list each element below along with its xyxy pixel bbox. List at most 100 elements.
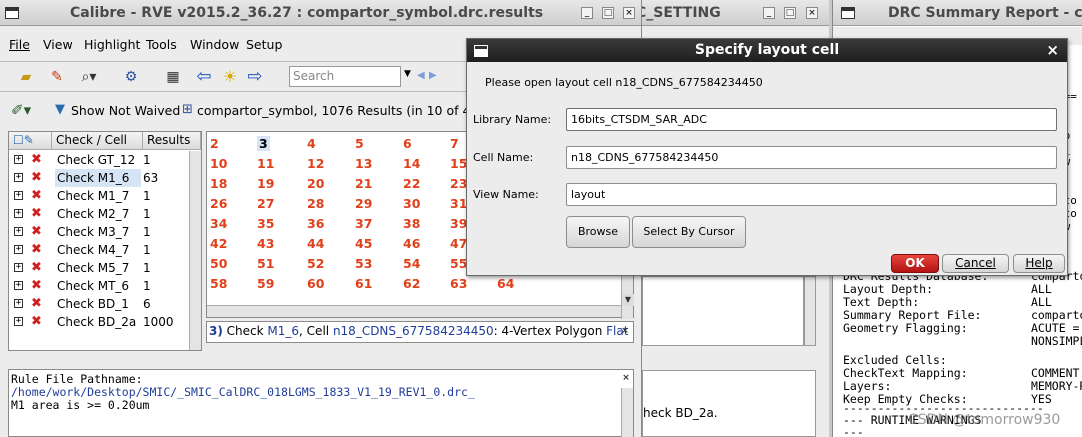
check-name[interactable]: Check BD_2a xyxy=(55,313,141,331)
dialog-close-icon[interactable]: × xyxy=(1046,39,1059,62)
result-number[interactable]: 20 xyxy=(307,176,324,191)
result-number[interactable]: 63 xyxy=(450,276,467,291)
result-number[interactable]: 10 xyxy=(210,156,227,171)
expand-icon[interactable]: + xyxy=(14,191,23,200)
result-number[interactable]: 19 xyxy=(257,176,274,191)
check-row[interactable]: + ✖ Check BD_2a 1000 xyxy=(9,313,189,331)
result-number[interactable]: 26 xyxy=(210,196,227,211)
minimize-button[interactable]: _ xyxy=(581,7,593,19)
settings-gear-icon[interactable]: ⚙ xyxy=(120,66,142,88)
check-row[interactable]: + ✖ Check M3_7 1 xyxy=(9,223,189,241)
result-number[interactable]: 14 xyxy=(403,156,420,171)
result-number[interactable]: 58 xyxy=(210,276,227,291)
expand-icon[interactable]: + xyxy=(14,209,23,218)
check-row[interactable]: + ✖ Check GT_12 1 xyxy=(9,151,189,169)
highlight-pen-icon[interactable]: ✎ xyxy=(46,66,68,88)
zoom-dropdown-icon[interactable]: ⌕▾ xyxy=(78,66,100,88)
result-number[interactable]: 29 xyxy=(355,196,372,211)
check-row[interactable]: + ✖ Check BD_1 6 xyxy=(9,295,189,313)
search-next-icon[interactable]: ▶ xyxy=(429,70,437,81)
rule-path[interactable]: /home/work/Desktop/SMIC/_SMIC_CalDRC_018… xyxy=(11,385,475,399)
result-number[interactable]: 7 xyxy=(450,136,459,151)
close-button[interactable]: × xyxy=(623,7,635,19)
col-check-header[interactable]: Check / Cell xyxy=(52,132,143,150)
check-row[interactable]: + ✖ Check M1_7 1 xyxy=(9,187,189,205)
result-number[interactable]: 36 xyxy=(307,216,324,231)
view-name-field[interactable]: layout xyxy=(566,183,1057,206)
rule-vscroll[interactable] xyxy=(621,388,633,437)
check-name[interactable]: Check M3_7 xyxy=(55,223,141,241)
check-name[interactable]: Check M4_7 xyxy=(55,241,141,259)
result-number[interactable]: 60 xyxy=(307,276,324,291)
expand-icon[interactable]: + xyxy=(14,317,23,326)
result-number[interactable]: 62 xyxy=(403,276,420,291)
result-number[interactable]: 4 xyxy=(307,136,316,151)
pen-menu-icon[interactable]: ✐▾ xyxy=(11,101,31,119)
report-titlebar[interactable]: DRC Summary Report - co xyxy=(833,0,1082,26)
expand-icon[interactable]: + xyxy=(14,263,23,272)
menu-window[interactable]: Window xyxy=(190,37,239,52)
previous-arrow-icon[interactable]: ⇦ xyxy=(193,66,215,88)
result-number[interactable]: 53 xyxy=(355,256,372,271)
expand-icon[interactable]: + xyxy=(14,299,23,308)
check-row[interactable]: + ✖ Check MT_6 1 xyxy=(9,277,189,295)
bg-pane-scroll[interactable] xyxy=(804,276,816,346)
check-row[interactable]: + ✖ Check M1_6 63 xyxy=(9,169,189,187)
check-row[interactable]: + ✖ Check M2_7 1 xyxy=(9,205,189,223)
result-number[interactable]: 11 xyxy=(257,156,274,171)
search-prev-icon[interactable]: ◀ xyxy=(417,70,425,81)
check-name[interactable]: Check M2_7 xyxy=(55,205,141,223)
result-number[interactable]: 59 xyxy=(257,276,274,291)
check-name[interactable]: Check GT_12 xyxy=(55,151,141,169)
check-name[interactable]: Check M1_7 xyxy=(55,187,141,205)
menu-view[interactable]: View xyxy=(43,37,73,52)
help-button[interactable]: Help xyxy=(1013,254,1065,273)
result-number[interactable]: 52 xyxy=(307,256,324,271)
open-folder-icon[interactable]: ▰ xyxy=(15,66,37,88)
library-name-field[interactable]: 16bits_CTSDM_SAR_ADC xyxy=(566,108,1057,131)
expand-icon[interactable]: + xyxy=(14,155,23,164)
result-number[interactable]: 23 xyxy=(450,176,467,191)
check-name[interactable]: Check MT_6 xyxy=(55,277,141,295)
result-number[interactable]: 13 xyxy=(355,156,372,171)
scroll-down-icon[interactable]: ▼ xyxy=(622,294,634,306)
expand-icon[interactable]: + xyxy=(14,281,23,290)
select-by-cursor-button[interactable]: Select By Cursor xyxy=(632,216,746,248)
result-number[interactable]: 31 xyxy=(450,196,467,211)
result-number[interactable]: 64 xyxy=(497,276,514,291)
col-results-header[interactable]: Results xyxy=(143,132,201,150)
result-number[interactable]: 30 xyxy=(403,196,420,211)
result-number[interactable]: 15 xyxy=(450,156,467,171)
result-number[interactable]: 34 xyxy=(210,216,227,231)
result-number[interactable]: 44 xyxy=(307,236,324,251)
result-number[interactable]: 37 xyxy=(355,216,372,231)
maximize-button[interactable]: □ xyxy=(602,7,614,19)
check-name[interactable]: Check M1_6 xyxy=(55,169,141,187)
grid-select-icon[interactable]: ▦ xyxy=(162,66,184,88)
expand-icon[interactable]: + xyxy=(14,227,23,236)
check-tree-scrollbar[interactable] xyxy=(189,151,201,350)
check-name[interactable]: Check M5_7 xyxy=(55,259,141,277)
result-number[interactable]: 22 xyxy=(403,176,420,191)
expand-icon[interactable]: + xyxy=(14,173,23,182)
menu-tools[interactable]: Tools xyxy=(146,37,177,52)
dialog-titlebar[interactable]: Specify layout cell × xyxy=(467,39,1067,62)
bg-minimize-button[interactable]: _ xyxy=(763,7,775,19)
result-number[interactable]: 46 xyxy=(403,236,420,251)
result-number[interactable]: 21 xyxy=(355,176,372,191)
show-not-waived[interactable]: Show Not Waived xyxy=(71,103,180,118)
result-number[interactable]: 18 xyxy=(210,176,227,191)
detail-close-icon[interactable]: × xyxy=(619,326,631,338)
result-number[interactable]: 5 xyxy=(355,136,364,151)
cell-name-field[interactable]: n18_CDNS_677584234450 xyxy=(566,146,1057,169)
result-number[interactable]: 3 xyxy=(257,136,270,151)
menu-highlight[interactable]: Highlight xyxy=(84,37,140,52)
rule-panel-close-icon[interactable]: × xyxy=(620,373,632,385)
bg-maximize-button[interactable]: □ xyxy=(784,7,796,19)
ok-button[interactable]: OK xyxy=(891,254,939,273)
result-number[interactable]: 43 xyxy=(257,236,274,251)
menu-setup[interactable]: Setup xyxy=(246,37,282,52)
result-number[interactable]: 2 xyxy=(210,136,219,151)
result-number[interactable]: 55 xyxy=(450,256,467,271)
sun-icon[interactable]: ☀ xyxy=(219,66,241,88)
